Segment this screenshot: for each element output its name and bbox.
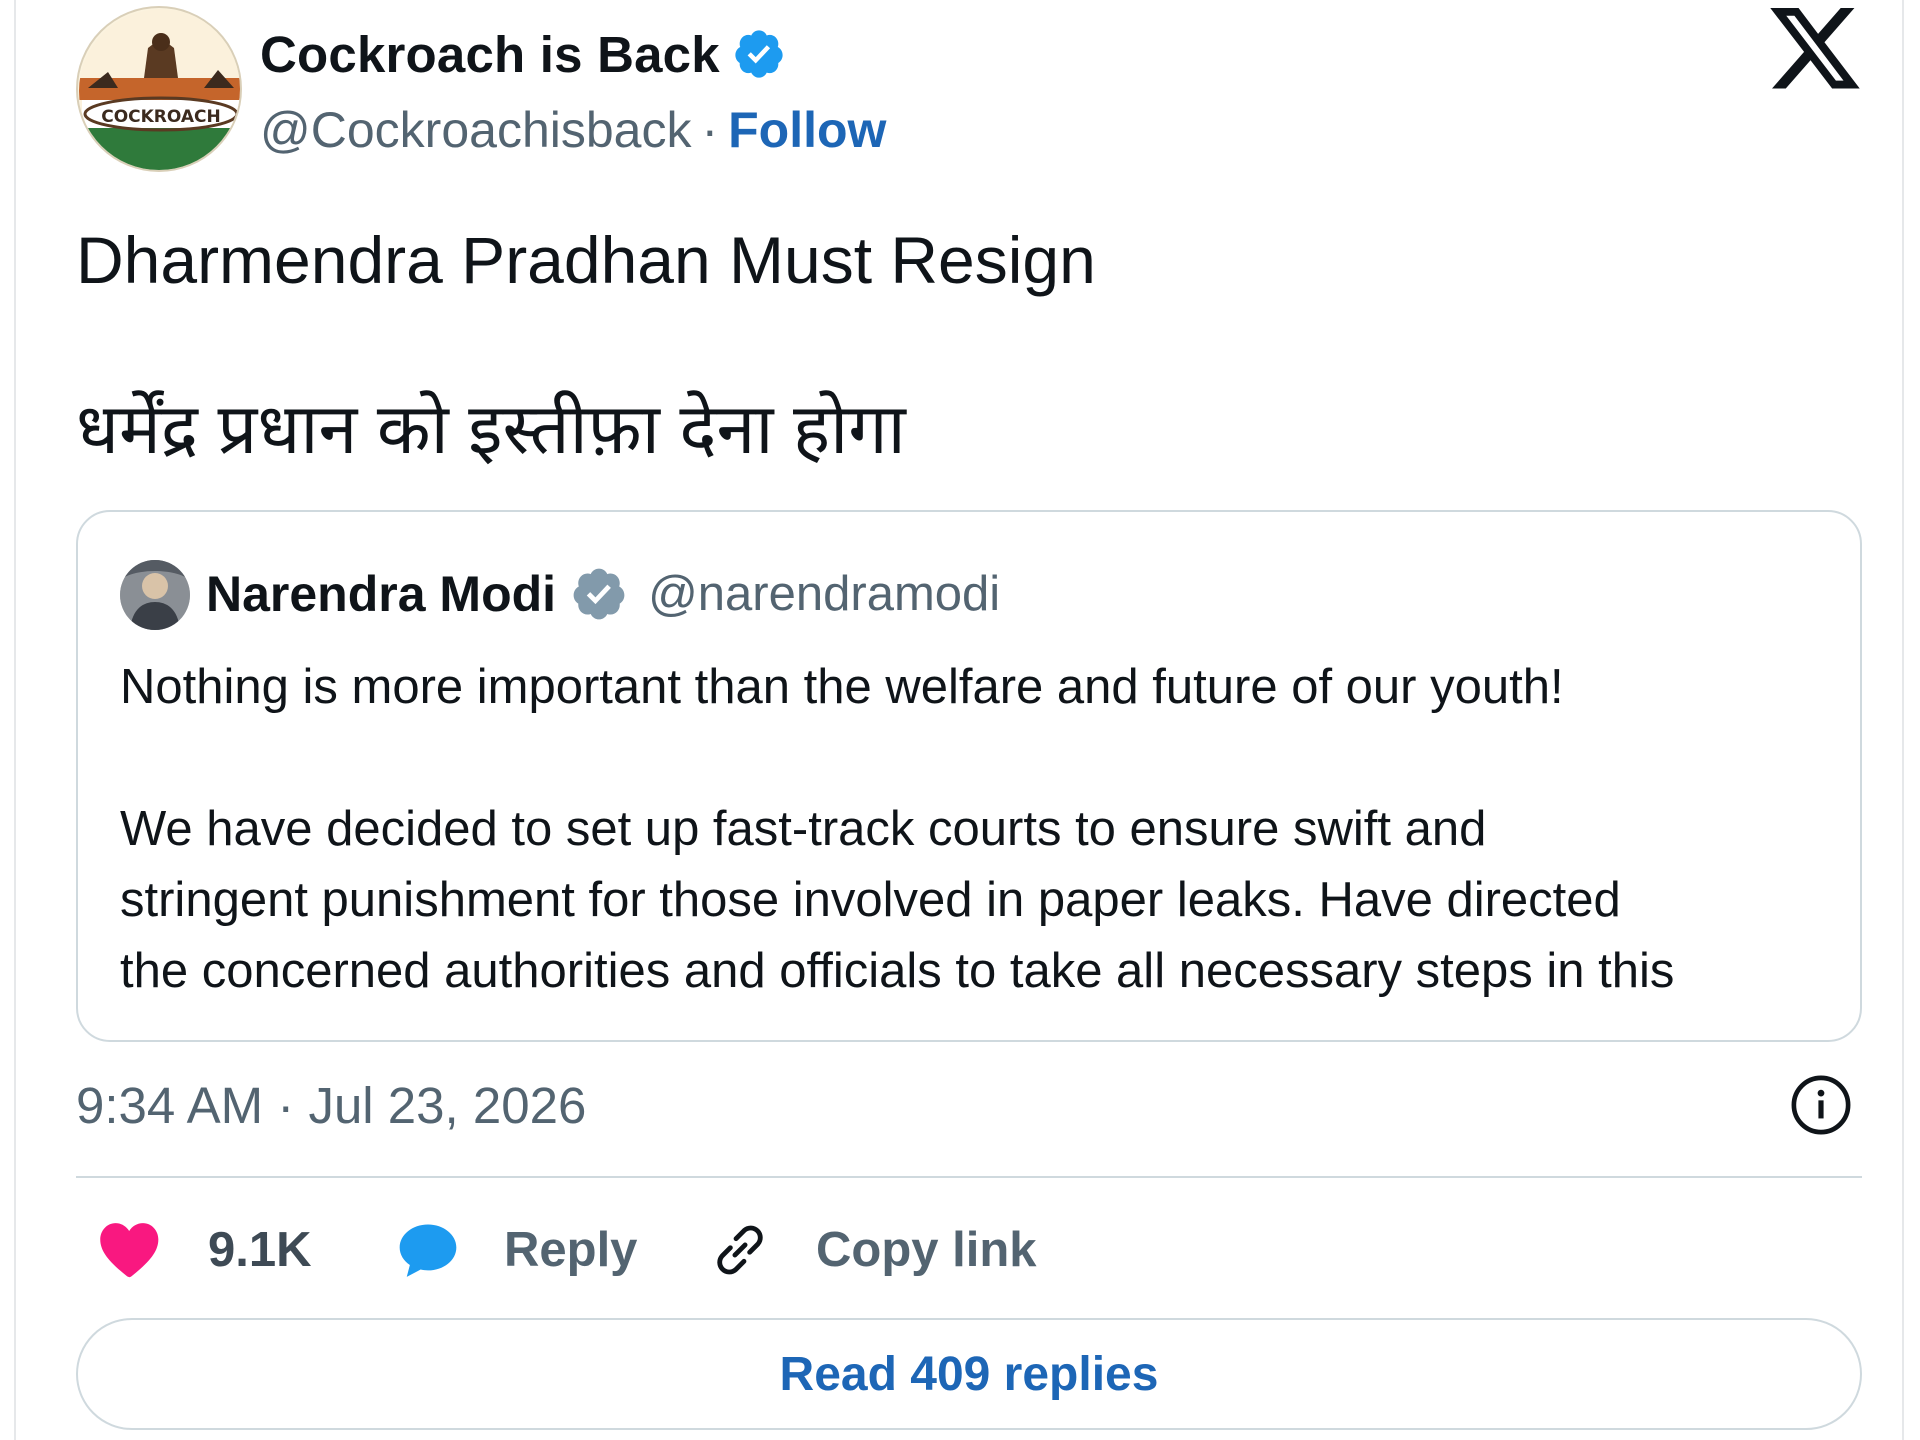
author-handle[interactable]: @Cockroachisback (260, 101, 691, 159)
read-replies-button[interactable]: Read 409 replies (76, 1318, 1862, 1430)
tweet-timestamp[interactable]: 9:34 AM · Jul 23, 2026 (76, 1076, 586, 1135)
like-count: 9.1K (208, 1223, 312, 1277)
avatar-text: COCKROACH (101, 107, 221, 127)
author-name-row: Cockroach is Back (260, 18, 786, 90)
verified-icon (735, 30, 783, 78)
quoted-avatar-image (120, 560, 190, 630)
author-avatar[interactable]: COCKROACH (76, 6, 242, 172)
copy-link-label: Copy link (816, 1223, 1037, 1277)
quoted-text-line: Nothing is more important than the welfa… (120, 660, 1564, 714)
avatar-logo-icon: COCKROACH (79, 9, 240, 170)
tweet-text-hindi: धर्मेंद्र प्रधान को इस्तीफ़ा देना होगा (76, 390, 906, 468)
handle-separator: · (701, 102, 719, 158)
quoted-text-line: the concerned authorities and officials … (120, 944, 1675, 998)
author-handle-row: @Cockroachisback · Follow (260, 94, 886, 166)
x-logo-icon[interactable] (1768, 8, 1862, 90)
quoted-text-line: We have decided to set up fast-track cou… (120, 802, 1487, 856)
quoted-header: Narendra Modi @narendramodi (206, 558, 1000, 630)
follow-button[interactable]: Follow (728, 101, 886, 159)
quoted-display-name[interactable]: Narendra Modi (206, 565, 556, 623)
reply-bubble-icon (399, 1224, 457, 1277)
tweet-text-english: Dharmendra Pradhan Must Resign (76, 223, 1096, 297)
quoted-tweet[interactable]: Narendra Modi @narendramodi Nothing is m… (76, 510, 1862, 1042)
author-display-name[interactable]: Cockroach is Back (260, 25, 720, 84)
verified-icon (573, 568, 625, 620)
divider (76, 1176, 1862, 1178)
reply-button[interactable]: Reply (394, 1210, 637, 1290)
copy-link-button[interactable]: Copy link (706, 1210, 1037, 1290)
quoted-handle[interactable]: @narendramodi (648, 566, 1000, 622)
info-icon[interactable] (1790, 1074, 1852, 1136)
heart-icon (100, 1223, 159, 1278)
tweet-card: COCKROACH Cockroach is Back @Cockroachis… (14, 0, 1904, 1440)
quoted-author-avatar[interactable] (120, 560, 190, 630)
link-icon (717, 1225, 763, 1275)
like-button[interactable]: 9.1K (96, 1210, 312, 1290)
quoted-text-line: stringent punishment for those involved … (120, 873, 1621, 927)
reply-label: Reply (504, 1223, 638, 1277)
